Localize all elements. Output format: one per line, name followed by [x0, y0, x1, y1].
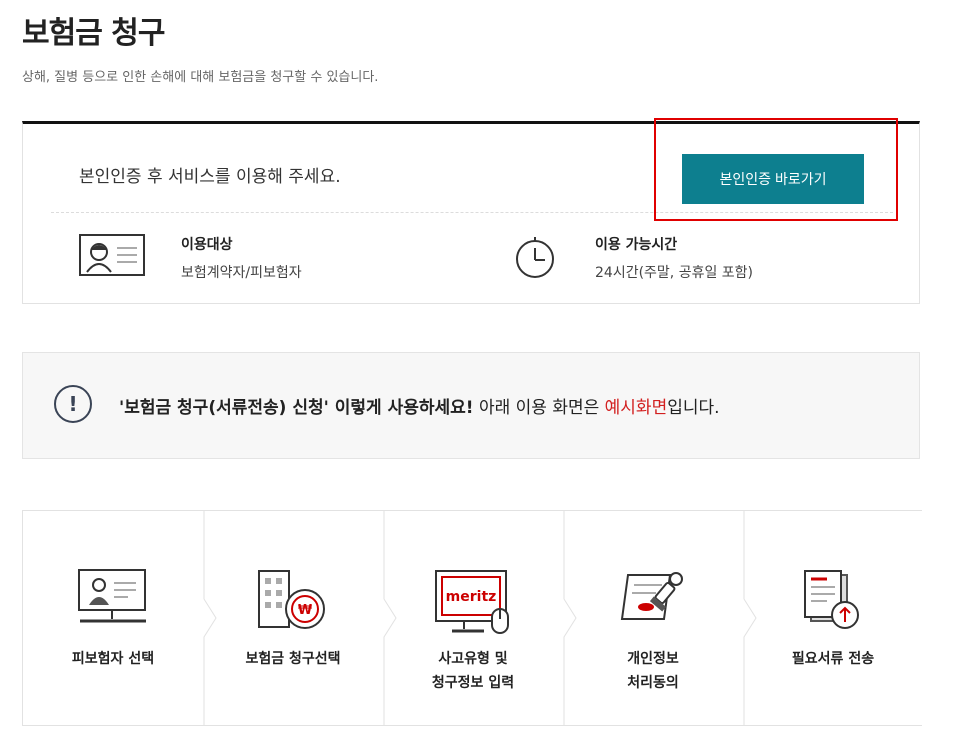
page-title: 보험금 청구: [22, 16, 165, 51]
step-4: 개인정보처리동의: [563, 511, 743, 725]
step-line1: 보험금 청구선택: [245, 651, 341, 667]
notice-bold: '보험금 청구(서류전송) 신청' 이렇게 사용하세요!: [119, 398, 474, 418]
svg-text:₩: ₩: [298, 603, 313, 618]
notice-example-screen: 예시화면: [604, 398, 668, 418]
notice-text: '보험금 청구(서류전송) 신청' 이렇게 사용하세요! 아래 이용 화면은 예…: [119, 393, 720, 418]
exclamation-icon: !: [54, 385, 92, 423]
step-label: 필요서류 전송: [743, 647, 923, 671]
step-line1: 필요서류 전송: [791, 651, 875, 667]
notice-panel: ! '보험금 청구(서류전송) 신청' 이렇게 사용하세요! 아래 이용 화면은…: [22, 352, 920, 459]
step-label: 보험금 청구선택: [203, 647, 383, 671]
highlight-box: [654, 118, 898, 221]
building-won-icon: ₩: [258, 570, 325, 629]
document-upload-icon: [804, 570, 859, 629]
hours-value: 24시간(주말, 공휴일 포함): [595, 265, 754, 281]
step-line1: 피보험자 선택: [71, 651, 155, 667]
person-computer-icon: [78, 569, 146, 623]
id-card-icon: [79, 234, 145, 276]
notice-end: 입니다.: [667, 398, 720, 418]
clock-icon: [516, 237, 554, 278]
step-2: ₩ 보험금 청구선택: [203, 511, 383, 725]
hours-label: 이용 가능시간: [595, 237, 678, 253]
document-stamp-icon: [620, 572, 683, 620]
step-1: 피보험자 선택: [23, 511, 203, 725]
monitor-brand: meritz: [446, 589, 497, 605]
step-3: meritz 사고유형 및청구정보 입력: [383, 511, 563, 725]
step-label: 사고유형 및청구정보 입력: [383, 647, 563, 695]
target-value: 보험계약자/피보험자: [181, 265, 302, 281]
step-5: 필요서류 전송: [743, 511, 923, 725]
step-line1: 사고유형 및: [438, 651, 508, 667]
meritz-monitor-icon: meritz: [435, 570, 509, 634]
hours-info: 이용 가능시간 24시간(주말, 공휴일 포함): [513, 234, 753, 282]
target-info: 이용대상 보험계약자/피보험자: [79, 234, 302, 282]
step-label: 개인정보처리동의: [563, 647, 743, 695]
auth-message: 본인인증 후 서비스를 이용해 주세요.: [79, 167, 341, 187]
step-line1: 개인정보: [627, 651, 679, 667]
step-line2: 처리동의: [627, 675, 679, 691]
target-label: 이용대상: [181, 237, 233, 253]
process-steps: 피보험자 선택 ₩ 보험금 청구선택 meritz 사고유형 및 청구정보 입력…: [22, 510, 922, 726]
step-line2: 청구정보 입력: [431, 675, 515, 691]
step-label: 피보험자 선택: [23, 647, 203, 671]
page-subtitle: 상해, 질병 등으로 인한 손해에 대해 보험금을 청구할 수 있습니다.: [22, 70, 379, 85]
notice-normal: 아래 이용 화면은: [473, 398, 605, 418]
